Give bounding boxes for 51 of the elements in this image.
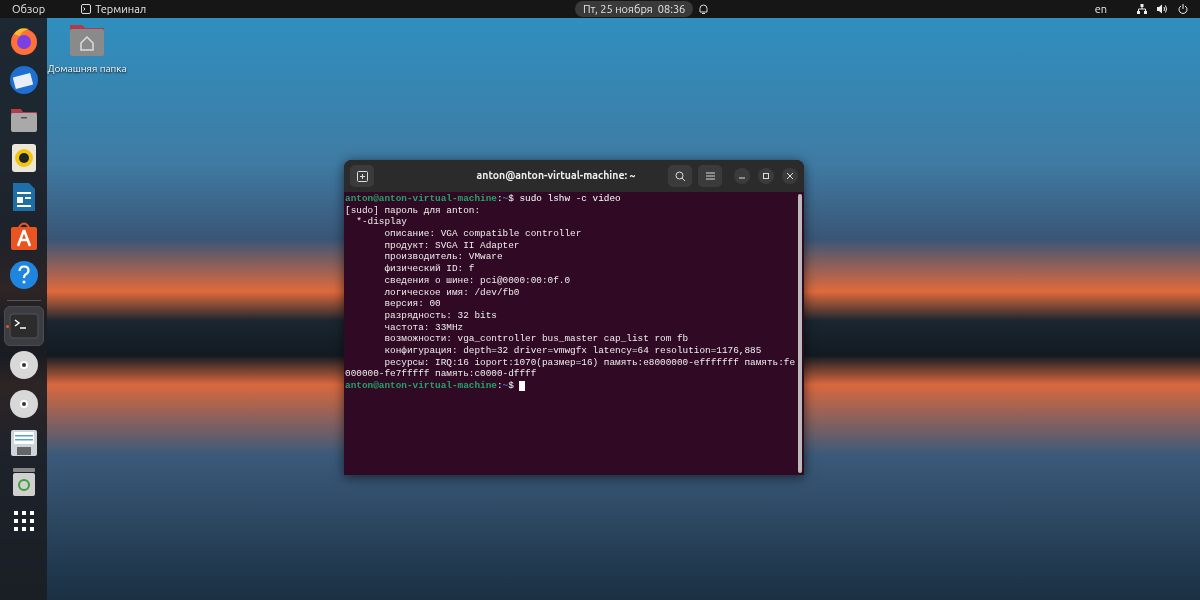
terminal-icon [8, 311, 39, 341]
search-button[interactable] [668, 165, 692, 187]
output-line: 000000-fe7fffff память:c0000-dffff [345, 368, 538, 380]
output-line: производитель: VMware [383, 251, 504, 264]
scrollbar[interactable] [798, 194, 802, 473]
output-line: версия: 00 [383, 298, 442, 310]
prompt-line: anton@anton-virtual-machine:~$ sudo lshw -c video [345, 193, 622, 205]
power-icon [1178, 4, 1188, 14]
mail-icon [8, 65, 39, 95]
firefox-icon [8, 26, 39, 56]
running-indicator [5, 325, 9, 328]
app-grid-icon [12, 510, 35, 532]
minimize-button[interactable] [734, 168, 750, 184]
clock[interactable]: Пт, 25 ноября 08:36 [575, 1, 694, 17]
output-line: возможности: vga_controller bus_master cap_list rom fb [383, 333, 690, 345]
disc-icon [8, 389, 39, 419]
output-line: разрядность: 32 bits [383, 309, 498, 322]
network-icon [1137, 4, 1147, 14]
output-line: [sudo] пароль для anton: [345, 204, 482, 217]
desktop-icon-label[interactable]: Домашняя папка [47, 61, 127, 76]
window-title: anton@anton-virtual-machine: ~ [475, 168, 637, 184]
output-line: частота: 33MHz [383, 321, 465, 334]
home-folder-icon[interactable] [69, 23, 105, 57]
volume-icon [1157, 4, 1168, 14]
prompt-line: anton@anton-virtual-machine:~$ [345, 380, 798, 392]
output-line: физический ID: f [383, 263, 476, 275]
app-menu[interactable]: Терминал [95, 0, 147, 18]
output-line: ресурсы: IRQ:16 ioport:1070(размер=16) память:e8000000-efffffff память:fe [383, 356, 797, 369]
bell-icon [699, 3, 709, 15]
help-icon [8, 260, 39, 290]
disc-icon [8, 350, 39, 380]
menu-icon [705, 172, 715, 180]
close-icon [787, 173, 793, 179]
output-line: логическое имя: /dev/fb0 [383, 286, 521, 299]
maximize-icon [763, 173, 769, 179]
search-icon [674, 170, 686, 182]
close-button[interactable] [782, 168, 798, 184]
shopping-bag-icon [8, 221, 39, 251]
output-line: конфигурация: depth=32 driver=vmwgfx latency=64 resolution=1176,885 [383, 344, 763, 357]
output-line: описание: VGA compatible controller [383, 228, 583, 240]
terminal-icon [81, 4, 92, 14]
maximize-button[interactable] [758, 168, 774, 184]
output-line: *-display [355, 216, 408, 229]
keyboard-layout[interactable]: en [1094, 0, 1107, 18]
output-line: продукт: SVGA II Adapter [383, 239, 521, 252]
activities-button[interactable]: Обзор [12, 0, 46, 18]
dock-separator [6, 300, 41, 301]
new-tab-button[interactable] [350, 165, 374, 187]
new-tab-icon [356, 170, 368, 182]
menu-button[interactable] [698, 165, 722, 187]
output-line: сведения о шине: pci@0000:00:0f.0 [383, 274, 572, 287]
